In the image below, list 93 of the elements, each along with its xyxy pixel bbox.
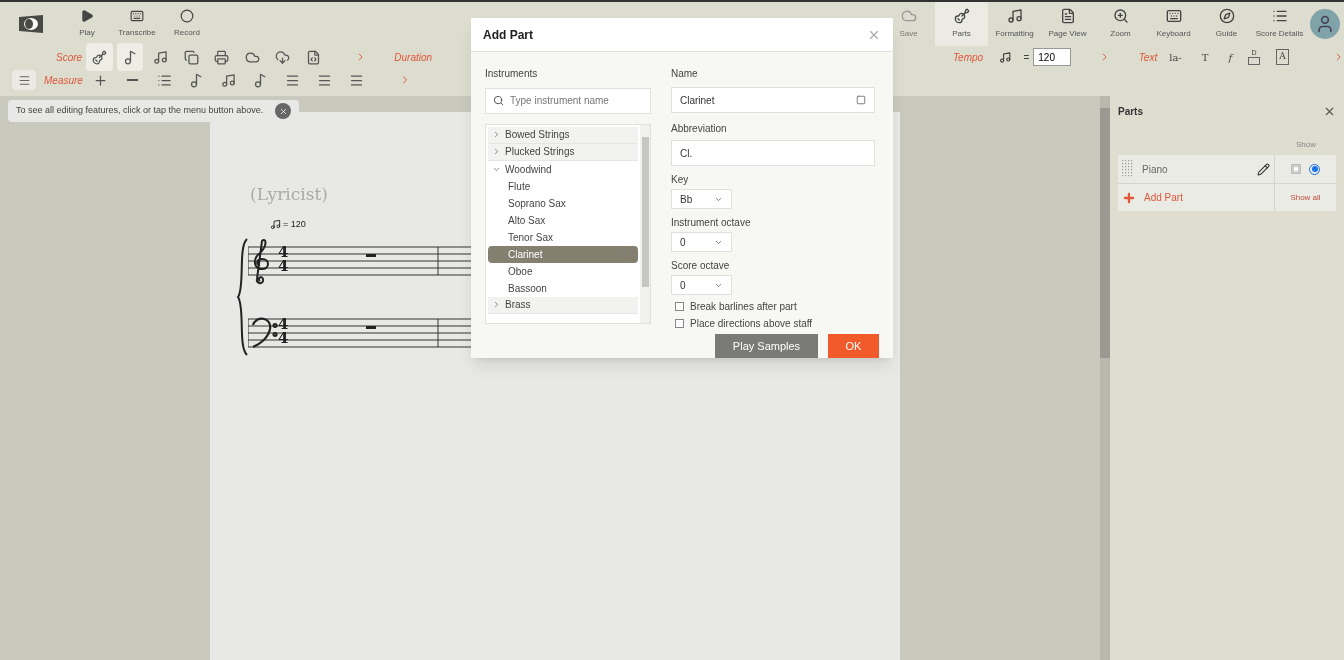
play-icon xyxy=(80,9,94,23)
text-tool-button[interactable]: T xyxy=(1193,49,1217,65)
close-icon xyxy=(278,106,288,116)
toolbar-button[interactable]: Record xyxy=(162,9,212,39)
instrument-item[interactable]: Soprano Sax xyxy=(488,194,638,212)
tempo-field[interactable]: 120 xyxy=(1033,48,1072,66)
tempo-marking: = 120 xyxy=(283,217,306,231)
avatar-icon[interactable] xyxy=(1310,9,1340,39)
toolbar-button[interactable]: Formatting xyxy=(988,2,1041,46)
visibility-checkbox[interactable] xyxy=(1291,164,1301,174)
cloud-icon xyxy=(900,8,917,24)
menu-button[interactable] xyxy=(12,70,36,90)
toolbar-button[interactable]: Score Details xyxy=(1253,2,1306,46)
dialog-title: Add Part xyxy=(483,26,533,44)
list-icon xyxy=(1271,8,1288,24)
guitar-button[interactable] xyxy=(86,43,113,71)
instrument-group[interactable]: Brass xyxy=(488,296,638,314)
text-box-button[interactable]: A xyxy=(1276,49,1289,65)
close-icon[interactable] xyxy=(1323,105,1336,118)
dropdown[interactable]: Bb xyxy=(671,189,732,209)
text-tool-button[interactable]: f xyxy=(1220,49,1241,65)
chevron-right-icon xyxy=(492,300,501,309)
column-header: Show xyxy=(1295,139,1317,151)
field-label: Instruments xyxy=(485,67,539,81)
print-icon xyxy=(214,49,230,65)
menu-icon xyxy=(17,73,31,87)
toolbar-button[interactable]: Zoom xyxy=(1094,2,1147,46)
zoom-icon xyxy=(1112,8,1129,24)
instrument-item[interactable]: Alto Sax xyxy=(488,211,638,229)
time-signature-bottom: 4 xyxy=(278,331,289,345)
instrument-group[interactable]: Bowed Strings xyxy=(488,126,638,144)
instrument-item[interactable]: Flute xyxy=(488,177,638,195)
edit-icon[interactable] xyxy=(1257,162,1270,176)
section-label: Duration xyxy=(394,50,433,65)
section-label: Measure xyxy=(44,73,83,88)
quarter-note-icon xyxy=(270,218,281,230)
time-signature-top: 4 xyxy=(278,317,289,331)
code-file-icon xyxy=(306,49,322,65)
field-label: Score octave xyxy=(671,259,731,273)
note-icon xyxy=(999,50,1012,64)
time-signature-bottom: 4 xyxy=(278,259,289,273)
field-label: Name xyxy=(671,67,699,81)
option-checkbox[interactable]: Break barlines after part xyxy=(675,299,875,314)
instrument-item[interactable]: Oboe xyxy=(488,262,638,280)
guitar-icon xyxy=(953,8,970,24)
page-icon xyxy=(1059,8,1076,24)
copy-icon xyxy=(183,49,199,65)
field-label: Instrument octave xyxy=(671,216,752,230)
instrument-item[interactable]: Bassoon xyxy=(488,279,638,297)
close-button[interactable] xyxy=(275,103,292,119)
field-label: Abbreviation xyxy=(671,122,728,136)
scrollbar[interactable] xyxy=(1100,96,1110,660)
logo-icon xyxy=(18,14,44,34)
toolbar-button[interactable]: Guide xyxy=(1200,2,1253,46)
add-icon xyxy=(93,72,109,88)
section-label: Text xyxy=(1138,50,1158,65)
cloud-icon xyxy=(244,49,260,65)
toolbar-button[interactable]: Transcribe xyxy=(112,9,162,39)
toolbar-button[interactable]: Keyboard xyxy=(1147,2,1200,46)
equals-sign: = xyxy=(1023,50,1030,65)
instrument-item[interactable]: Clarinet xyxy=(488,245,638,263)
text-tool-button[interactable]: la- xyxy=(1161,49,1190,65)
show-all-link[interactable]: Show all xyxy=(1274,184,1336,211)
hint-text: To see all editing features, click or tap the menu button above. xyxy=(16,104,264,118)
toolbar-button[interactable]: Parts xyxy=(935,2,988,46)
toolbar-button[interactable]: Play xyxy=(62,9,112,39)
toolbar-button[interactable]: Page View xyxy=(1041,2,1094,46)
guitar-icon xyxy=(91,49,107,65)
name-field[interactable]: Clarinet xyxy=(671,87,875,113)
record-icon xyxy=(180,9,194,23)
download-icon xyxy=(275,49,291,65)
time-signature-top: 4 xyxy=(278,245,289,259)
plus-icon xyxy=(1122,190,1136,205)
abbreviation-field[interactable]: Cl. xyxy=(671,140,875,166)
drag-handle-icon[interactable] xyxy=(1122,160,1134,178)
search-field[interactable]: Type instrument name xyxy=(485,87,651,114)
scrollbar[interactable] xyxy=(640,124,650,323)
compass-icon xyxy=(1218,8,1235,24)
field-label: Key xyxy=(671,173,690,187)
dropdown[interactable]: 0 xyxy=(671,275,732,295)
instrument-item[interactable]: Tenor Sax xyxy=(488,228,638,246)
section-label: Tempo xyxy=(952,50,984,65)
section-label: Score xyxy=(56,50,83,65)
play-samples-button[interactable]: Play Samples xyxy=(715,334,818,358)
part-row[interactable]: Piano xyxy=(1118,155,1336,183)
dropdown[interactable]: 0 xyxy=(671,232,732,252)
option-checkbox[interactable]: Place directions above staff xyxy=(675,316,875,331)
brace-icon xyxy=(236,237,248,357)
panel-title: Parts xyxy=(1118,105,1143,119)
search-icon xyxy=(493,95,504,106)
minus-icon xyxy=(127,79,139,81)
lyricist-text: (Lyricist) xyxy=(250,183,328,206)
part-name: Piano xyxy=(1142,162,1169,177)
